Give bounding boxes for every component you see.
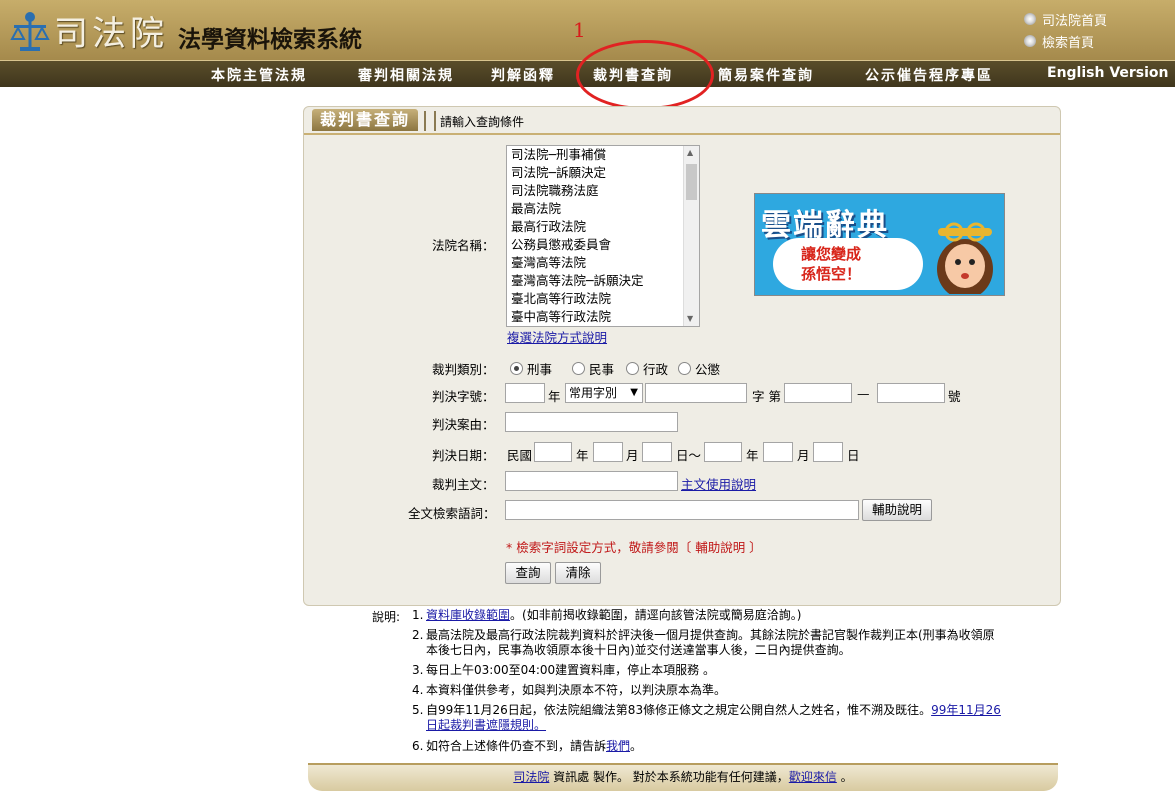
court-listbox[interactable]: 司法院─刑事補償 司法院─訴願決定 司法院職務法庭 最高法院 最高行政法院 公務… xyxy=(506,145,700,327)
date-from-day-input[interactable] xyxy=(642,442,672,462)
tab-separator xyxy=(424,111,436,131)
category-radio-discipline[interactable]: 公懲 xyxy=(678,359,720,378)
search-home-link[interactable]: 檢索首頁 xyxy=(1023,30,1107,52)
radio-icon xyxy=(678,362,691,375)
multi-select-help-link[interactable]: 複選法院方式說明 xyxy=(507,327,607,346)
tab-judgment-search[interactable]: 裁判書查詢 xyxy=(312,109,418,131)
court-option[interactable]: 最高法院 xyxy=(507,200,699,218)
nav-english[interactable]: English Version xyxy=(1047,65,1169,81)
court-option[interactable]: 公務員懲戒委員會 xyxy=(507,236,699,254)
day-to-unit: 日～ xyxy=(676,448,702,463)
radio-icon xyxy=(626,362,639,375)
month-unit: 月 xyxy=(626,448,639,463)
panel-hint: 請輸入查詢條件 xyxy=(440,115,525,129)
judicial-home-link[interactable]: 司法院首頁 xyxy=(1023,8,1107,30)
cloud-dictionary-banner[interactable]: 雲端辭典 讓您變成 孫悟空！ xyxy=(754,193,1005,296)
nav-public-notice[interactable]: 公示催告程序專區 xyxy=(865,65,993,85)
nav-trial-regulations[interactable]: 審判相關法規 xyxy=(358,65,454,85)
clear-button[interactable]: 清除 xyxy=(555,562,601,584)
bullet-icon xyxy=(1023,13,1036,25)
year-unit: 年 xyxy=(576,448,589,463)
logo-text: 司法院 xyxy=(54,14,168,54)
main-text-help-link[interactable]: 主文使用說明 xyxy=(681,474,756,493)
category-radio-administrative[interactable]: 行政 xyxy=(626,359,668,378)
era-label: 民國 xyxy=(507,448,533,463)
page-footer: 司法院 資訊處 製作。 對於本系統功能有任何建議，歡迎來信 。 xyxy=(308,763,1058,791)
scroll-thumb[interactable] xyxy=(686,164,697,200)
common-word-select[interactable]: 常用字別 ▼ xyxy=(565,383,643,403)
date-to-month-input[interactable] xyxy=(763,442,793,462)
monkey-king-character-icon xyxy=(937,222,993,294)
radio-selected-icon xyxy=(510,362,523,375)
category-label: 裁判類別： xyxy=(432,362,495,377)
date-label: 判決日期： xyxy=(432,448,495,463)
nav-regulations[interactable]: 本院主管法規 xyxy=(211,65,307,85)
reason-label: 判決案由： xyxy=(432,417,495,432)
radio-icon xyxy=(572,362,585,375)
court-option[interactable]: 臺灣高等法院 xyxy=(507,254,699,272)
annotation-number: 1 xyxy=(573,18,586,42)
panel-tab-row: 裁判書查詢 請輸入查詢條件 xyxy=(304,107,1060,135)
footer-feedback-link[interactable]: 歡迎來信 xyxy=(789,770,837,784)
search-tip: * 檢索字詞設定方式，敬請參閱〔 輔助說明 〕 xyxy=(506,540,762,555)
search-panel: 裁判書查詢 請輸入查詢條件 法院名稱： 司法院─刑事補償 司法院─訴願決定 司法… xyxy=(303,106,1061,606)
fulltext-label: 全文檢索語詞： xyxy=(408,506,496,521)
nav-interpretations[interactable]: 判解函釋 xyxy=(491,65,555,85)
bullet-icon xyxy=(1023,35,1036,47)
court-option[interactable]: 司法院─刑事補償 xyxy=(507,146,699,164)
court-option[interactable]: 司法院職務法庭 xyxy=(507,182,699,200)
court-option[interactable]: 司法院─訴願決定 xyxy=(507,164,699,182)
case-year-suffix: 年 xyxy=(548,389,561,404)
case-reason-input[interactable] xyxy=(505,412,678,432)
date-to-year-input[interactable] xyxy=(704,442,742,462)
case-word-suffix: 字 第 xyxy=(752,389,781,404)
date-from-year-input[interactable] xyxy=(534,442,572,462)
listbox-scrollbar[interactable]: ▲ ▼ xyxy=(683,146,699,326)
scroll-down-icon[interactable]: ▼ xyxy=(687,314,693,323)
footer-judicial-link[interactable]: 司法院 xyxy=(513,770,549,784)
court-option[interactable]: 臺灣高等法院─訴願決定 xyxy=(507,272,699,290)
year-unit: 年 xyxy=(746,448,759,463)
date-to-day-input[interactable] xyxy=(813,442,843,462)
scroll-up-icon[interactable]: ▲ xyxy=(687,148,693,157)
day-unit: 日 xyxy=(847,448,860,463)
help-button[interactable]: 輔助說明 xyxy=(862,499,932,521)
fulltext-input[interactable] xyxy=(505,500,859,520)
case-no-label: 判決字號： xyxy=(432,389,495,404)
category-radio-civil[interactable]: 民事 xyxy=(572,359,614,378)
system-title: 法學資料檢索系統 xyxy=(178,25,362,53)
category-radio-criminal[interactable]: 刑事 xyxy=(510,359,552,378)
case-word-input[interactable] xyxy=(645,383,747,403)
month-unit: 月 xyxy=(797,448,810,463)
case-number-from-input[interactable] xyxy=(784,383,852,403)
court-option[interactable]: 臺中高等行政法院 xyxy=(507,308,699,326)
dropdown-arrow-icon: ▼ xyxy=(630,387,638,398)
nav-simple-cases[interactable]: 簡易案件查詢 xyxy=(718,65,814,85)
date-from-month-input[interactable] xyxy=(593,442,623,462)
court-option[interactable]: 最高行政法院 xyxy=(507,218,699,236)
case-number-dash: — xyxy=(857,386,870,401)
case-number-to-input[interactable] xyxy=(877,383,945,403)
court-option[interactable]: 臺北高等行政法院 xyxy=(507,290,699,308)
search-button[interactable]: 查詢 xyxy=(505,562,551,584)
main-text-label: 裁判主文： xyxy=(432,477,495,492)
court-label: 法院名稱： xyxy=(432,238,495,253)
coverage-link[interactable]: 資料庫收錄範圍 xyxy=(426,608,510,622)
ad-slogan: 讓您變成 孫悟空！ xyxy=(801,245,862,283)
annotation-circle xyxy=(576,40,714,110)
contact-us-link[interactable]: 我們 xyxy=(606,739,630,753)
top-links: 司法院首頁 檢索首頁 xyxy=(1023,8,1107,52)
case-year-input[interactable] xyxy=(505,383,545,403)
main-text-input[interactable] xyxy=(505,471,678,491)
scales-logo-icon xyxy=(10,11,50,51)
notes-label: 說明: xyxy=(372,610,401,624)
site-logo[interactable]: 司法院 法學資料檢索系統 xyxy=(8,6,362,55)
case-number-suffix: 號 xyxy=(948,389,961,404)
